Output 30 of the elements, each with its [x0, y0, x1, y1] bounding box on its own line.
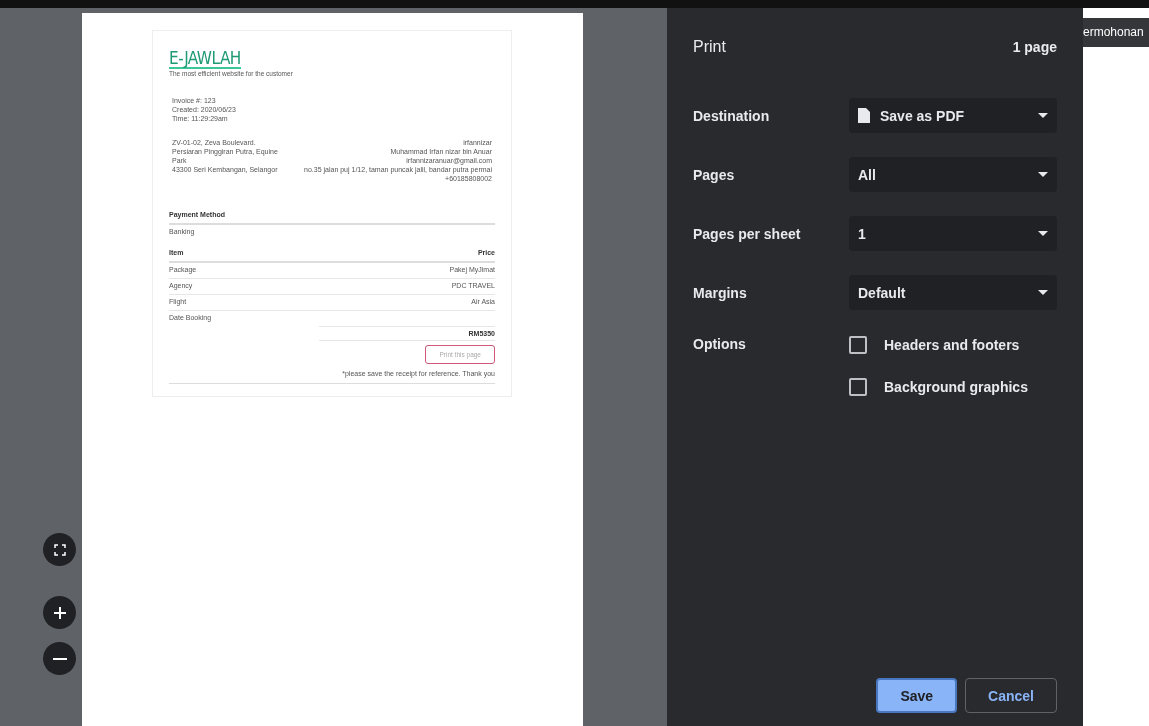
cancel-button[interactable]: Cancel — [965, 678, 1057, 713]
zoom-in-button[interactable] — [43, 596, 76, 629]
zoom-out-button[interactable] — [43, 642, 76, 675]
setting-label: Margins — [693, 284, 748, 301]
print-title: Print — [693, 38, 726, 56]
plus-icon — [52, 605, 67, 620]
fit-to-page-button[interactable] — [43, 533, 76, 566]
caret-icon — [1038, 290, 1048, 295]
checkbox[interactable] — [849, 378, 867, 396]
option-label: Headers and footers — [884, 337, 1020, 353]
minus-icon — [52, 657, 67, 660]
setting-label: Destination — [693, 107, 771, 124]
setting-label: Pages — [693, 166, 736, 183]
setting-dropdown[interactable]: Save as PDF — [849, 98, 1057, 133]
setting-dropdown[interactable]: All — [849, 157, 1057, 192]
invoice-brand: E-JAWLAH — [169, 49, 241, 69]
fit-icon — [53, 543, 66, 556]
browser-tab[interactable]: ermohonan — [1083, 18, 1149, 47]
setting-dropdown[interactable]: Default — [849, 275, 1057, 310]
setting-dropdown[interactable]: 1 — [849, 216, 1057, 251]
checkbox[interactable] — [849, 336, 867, 354]
setting-label: Pages per sheet — [693, 225, 802, 242]
document-icon — [858, 108, 870, 123]
caret-icon — [1038, 113, 1048, 118]
caret-icon — [1038, 172, 1048, 177]
page-count: 1 page — [1012, 39, 1057, 55]
options-label: Options — [693, 336, 747, 352]
caret-icon — [1038, 231, 1048, 236]
option-label: Background graphics — [884, 379, 1028, 395]
save-button[interactable]: Save — [876, 678, 958, 713]
